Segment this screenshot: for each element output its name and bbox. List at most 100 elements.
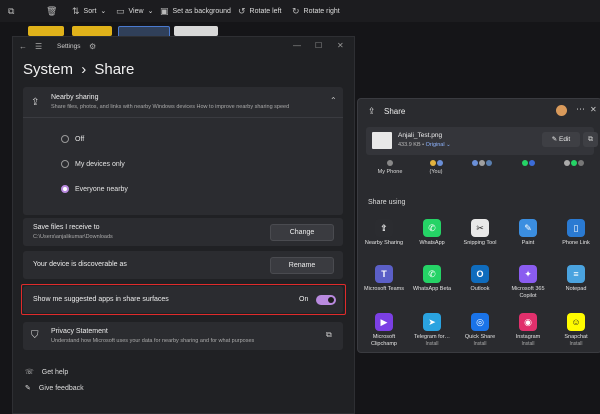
app-name: Telegram for…: [413, 334, 451, 340]
explorer-toolbar: ⧉ 🗑 ⇅ Sort ⌄ ▭ View ⌄ ▣ Set as background ↺ Ro…: [0, 0, 600, 23]
rotate-right-button[interactable]: ↻ Rotate right: [292, 5, 340, 17]
file-thumbnails-strip: [0, 22, 600, 38]
share-app-phone-link[interactable]: ▯ Phone Link: [552, 219, 600, 247]
share-dialog: ⇪ Share ⋯ ✕ Anjali_Test.png 433.9 KB • O…: [357, 98, 600, 353]
quick-share-icon: ◎: [471, 313, 489, 331]
set-as-background-button[interactable]: ▣ Set as background: [160, 5, 231, 17]
close-button[interactable]: ✕: [337, 41, 344, 50]
change-button[interactable]: Change: [270, 224, 334, 241]
nearby-share-icon: ⇪: [31, 97, 40, 108]
privacy-statement-card[interactable]: ⛉ Privacy Statement Understand how Micro…: [23, 322, 343, 350]
radio-button[interactable]: [61, 160, 69, 168]
share-app-paint[interactable]: ✎ Paint: [504, 219, 552, 247]
install-label: Install: [521, 341, 535, 347]
back-arrow-icon[interactable]: ←: [19, 42, 27, 51]
file-name: Anjali_Test.png: [398, 132, 443, 139]
folder-thumbnail[interactable]: [28, 26, 64, 36]
outlook-icon: O: [471, 265, 489, 283]
edit-button[interactable]: ✎ Edit: [542, 132, 580, 147]
copy-button[interactable]: ⧉: [583, 132, 598, 147]
share-app-snipping-tool[interactable]: ✂ Snipping Tool: [456, 219, 504, 247]
window-title: Settings: [57, 43, 81, 50]
app-name: Quick Share: [464, 334, 496, 340]
contact-avatars[interactable]: [508, 157, 548, 169]
contact-avatars[interactable]: [462, 157, 502, 169]
share-app-quick-share[interactable]: ◎ Quick Share Install: [456, 313, 504, 348]
device-my-phone[interactable]: My Phone: [370, 157, 410, 175]
device-icon: [387, 160, 393, 166]
quality-dropdown[interactable]: Original: [426, 142, 445, 148]
app-name: Microsoft 365 Copilot: [511, 286, 545, 299]
rotate-left-button[interactable]: ↺ Rotate left: [238, 5, 281, 17]
breadcrumb-parent[interactable]: System: [23, 61, 73, 78]
delete-icon[interactable]: 🗑: [46, 5, 57, 17]
shield-icon: ⛉: [31, 330, 39, 341]
highlight-box: [21, 284, 346, 315]
copilot-icon: ✦: [519, 265, 537, 283]
chevron-up-icon[interactable]: ⌃: [330, 96, 337, 105]
app-name: Nearby Sharing: [364, 240, 404, 246]
radio-my-devices-only[interactable]: My devices only: [61, 160, 125, 168]
nearby-sharing-card: ⇪ Nearby sharing Share files, photos, an…: [23, 87, 343, 215]
device-you[interactable]: (You): [416, 157, 456, 175]
chevron-down-icon: ⌄: [446, 142, 451, 148]
share-app-outlook[interactable]: O Outlook: [456, 265, 504, 293]
radio-button[interactable]: [61, 135, 69, 143]
get-help-link[interactable]: ☏ Get help: [25, 368, 68, 377]
image-thumbnail[interactable]: [174, 26, 218, 36]
share-app-snapchat[interactable]: ☺ Snapchat Install: [552, 313, 600, 348]
settings-app-icon: ⚙: [89, 42, 97, 51]
nearby-sharing-description: Share files, photos, and links with near…: [51, 104, 290, 110]
radio-off[interactable]: Off: [61, 135, 84, 143]
more-options-icon[interactable]: ⋯: [576, 104, 585, 115]
radio-button-selected[interactable]: [61, 185, 69, 193]
rotate-left-icon: ↺: [238, 5, 246, 16]
wallpaper-icon: ▣: [160, 5, 169, 16]
maximize-button[interactable]: ☐: [315, 41, 322, 50]
page-title: Share: [94, 61, 135, 78]
share-app-copilot[interactable]: ✦ Microsoft 365 Copilot: [504, 265, 552, 300]
app-name: Notepad: [565, 286, 587, 292]
file-preview: Anjali_Test.png 433.9 KB • Original ⌄ ✎ …: [366, 127, 598, 155]
copy-icon[interactable]: ⧉: [8, 5, 14, 17]
give-feedback-link[interactable]: ✎ Give feedback: [25, 384, 84, 393]
minimize-button[interactable]: —: [293, 41, 301, 50]
menu-icon[interactable]: ☰: [35, 42, 42, 51]
install-label: Install: [473, 341, 487, 347]
chevron-down-icon: ⌄: [147, 8, 154, 15]
view-button[interactable]: ▭ View ⌄: [116, 5, 153, 17]
file-meta: 433.9 KB • Original ⌄: [398, 142, 451, 148]
share-app-clipchamp[interactable]: ▶ Microsoft Clipchamp: [360, 313, 408, 348]
snipping-tool-icon: ✂: [471, 219, 489, 237]
share-title: Share: [384, 107, 406, 116]
contact-avatars[interactable]: [554, 157, 594, 169]
share-app-whatsapp[interactable]: ✆ WhatsApp: [408, 219, 456, 247]
app-name: Paint: [521, 240, 535, 246]
share-app-telegram[interactable]: ➤ Telegram for… Install: [408, 313, 456, 348]
app-name: Outlook: [470, 286, 490, 292]
share-app-notepad[interactable]: ≡ Notepad: [552, 265, 600, 293]
notepad-icon: ≡: [567, 265, 585, 283]
discoverable-card: Your device is discoverable as Rename: [23, 251, 343, 279]
folder-thumbnail[interactable]: [72, 26, 112, 36]
app-name: Phone Link: [562, 240, 590, 246]
paint-icon: ✎: [519, 219, 537, 237]
pencil-icon: ✎: [551, 136, 558, 143]
nearby-sharing-title: Nearby sharing: [51, 94, 99, 101]
file-thumbnail: [372, 132, 392, 149]
external-link-icon[interactable]: ⧉: [326, 330, 332, 340]
breadcrumb-separator: ›: [81, 61, 87, 78]
share-app-instagram[interactable]: ◉ Instagram Install: [504, 313, 552, 348]
share-app-teams[interactable]: T Microsoft Teams: [360, 265, 408, 293]
chevron-down-icon: ⌄: [100, 8, 107, 15]
share-app-nearby-share[interactable]: ⇪ Nearby Sharing: [360, 219, 408, 247]
radio-everyone-nearby[interactable]: Everyone nearby: [61, 185, 128, 193]
rotate-right-icon: ↻: [292, 5, 300, 16]
save-files-card: Save files I receive to C:\Users\anjalik…: [23, 218, 343, 246]
sort-button[interactable]: ⇅ Sort ⌄: [72, 5, 106, 17]
app-name: Snapchat: [564, 334, 588, 340]
app-name: Microsoft Clipchamp: [371, 334, 397, 347]
share-app-whatsapp-beta[interactable]: ✆ WhatsApp Beta: [408, 265, 456, 293]
rename-button[interactable]: Rename: [270, 257, 334, 274]
close-icon[interactable]: ✕: [590, 105, 597, 114]
